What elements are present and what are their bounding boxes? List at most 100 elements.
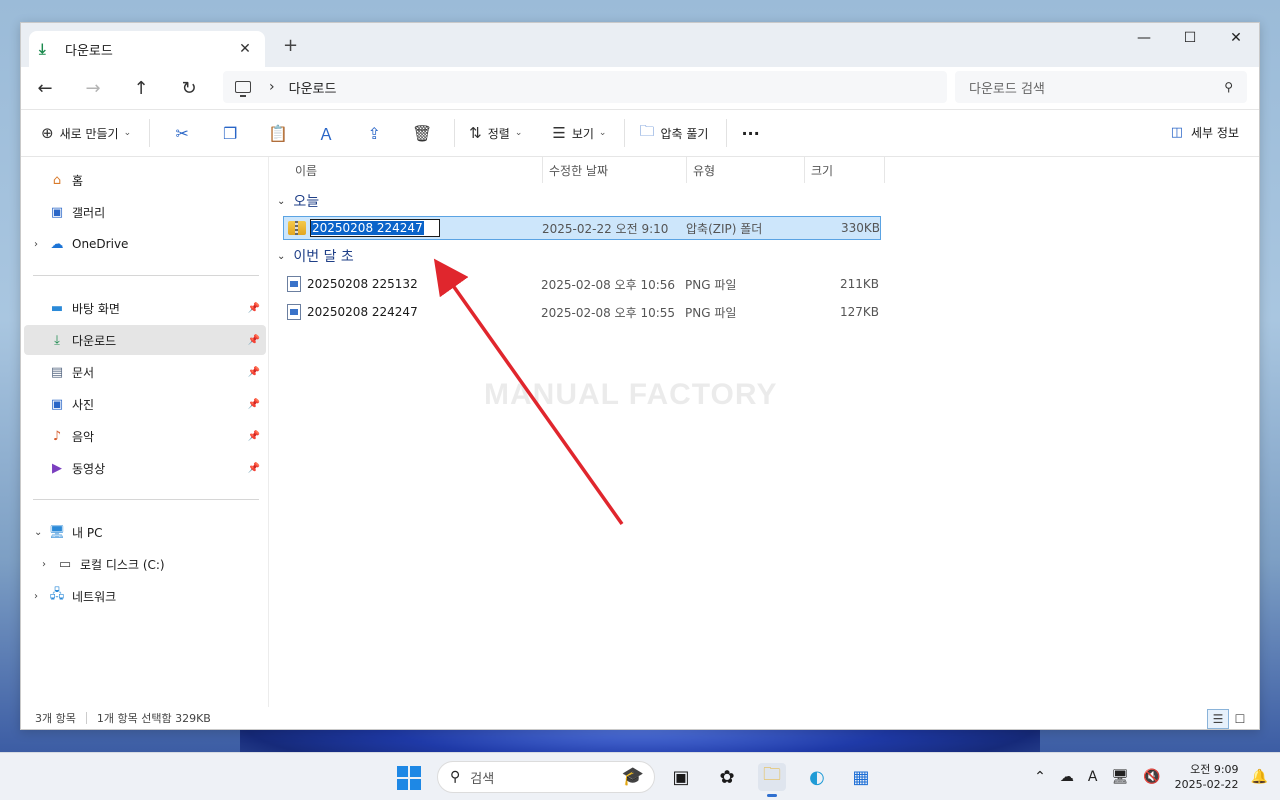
breadcrumb-downloads[interactable]: 다운로드 [289,78,337,97]
sidebar-divider [33,499,259,500]
input-method-icon[interactable]: A [1088,769,1098,785]
edge-icon[interactable]: ◐ [803,763,831,791]
tab-title: 다운로드 [65,43,113,59]
file-modified: 2025-02-22 오전 9:10 [542,221,669,236]
minimize-button[interactable]: — [1121,23,1167,53]
chevron-down-icon: ⌄ [123,128,132,138]
file-explorer-icon[interactable]: 🗀 [758,763,786,797]
start-button[interactable] [397,766,421,790]
sidebar-item-desktop[interactable]: ▬ 바탕 화면 📌 [24,293,266,323]
details-pane-button[interactable]: ◫ 세부 정보 [1171,124,1239,141]
cloud-icon: ☁ [50,236,64,252]
chevron-up-icon[interactable]: ⌃ [1034,769,1046,785]
rename-input[interactable]: 20250208 224247 [310,219,440,237]
chevron-down-icon[interactable]: ⌄ [34,527,48,538]
graduation-cap-icon: 🎓 [621,766,644,787]
share-icon[interactable]: ⇪ [350,124,398,143]
column-header-size[interactable]: 크기 [805,157,885,183]
file-row-png-1[interactable]: 20250208 225132 2025-02-08 오후 10:56 PNG … [283,272,881,296]
notification-bell-icon[interactable]: 🔔 [1251,769,1268,785]
music-icon: ♪ [52,428,62,444]
network-icon[interactable]: 🖥 [1111,769,1129,785]
more-options-button[interactable]: ··· [735,117,765,149]
close-button[interactable]: ✕ [1213,23,1259,53]
sidebar-item-documents[interactable]: ▤ 문서 📌 [24,357,266,387]
close-tab-icon[interactable]: ✕ [235,41,255,57]
paste-icon[interactable]: 📋 [254,124,302,143]
delete-icon[interactable]: 🗑 [398,124,446,143]
chevron-down-icon: ⌄ [277,250,286,262]
copy-icon[interactable]: ❐ [206,124,254,143]
up-button[interactable]: ↑ [117,78,165,99]
onedrive-status-icon[interactable]: ☁ [1060,769,1074,785]
view-button[interactable]: ☰ 보기 ⌄ [546,117,612,149]
sidebar-item-videos[interactable]: ▶ 동영상 📌 [24,453,266,483]
file-size: 211KB [839,277,879,291]
tiles-view-icon[interactable]: ☐ [1229,709,1251,729]
view-list-icon: ☰ [552,124,566,142]
download-icon: ⤓ [39,40,46,58]
cut-icon[interactable]: ✂ [158,124,206,143]
chevron-right-icon[interactable]: › [34,239,48,250]
sort-button[interactable]: ⇅ 정렬 ⌄ [463,117,528,149]
home-icon: ⌂ [52,172,62,188]
clock[interactable]: 오전 9:09 2025-02-22 [1175,762,1239,792]
back-button[interactable]: ← [21,78,69,99]
group-header-this-month[interactable]: ⌄ 이번 달 초 [277,246,354,266]
sidebar-item-pictures[interactable]: ▣ 사진 📌 [24,389,266,419]
group-header-today[interactable]: ⌄ 오늘 [277,191,319,211]
tab-downloads[interactable]: ⤓ 다운로드 ✕ [29,31,265,67]
search-box[interactable]: 다운로드 검색 ⚲ [955,71,1247,103]
sidebar-item-network[interactable]: › 🖧 네트워크 [24,581,266,611]
document-icon: ▤ [50,364,64,380]
sidebar-item-local-disk[interactable]: › ▭ 로컬 디스크 (C:) [24,549,266,579]
search-placeholder: 다운로드 검색 [969,81,1045,97]
task-view-icon[interactable]: ▣ [667,763,695,791]
refresh-button[interactable]: ↻ [165,78,213,99]
details-view-icon[interactable]: ☰ [1207,709,1229,729]
rename-icon[interactable]: Ａ [302,121,350,145]
copilot-icon[interactable]: ✿ [713,763,741,791]
file-type: PNG 파일 [685,277,737,292]
sidebar-item-onedrive[interactable]: › ☁ OneDrive [24,229,266,259]
pin-icon: 📌 [247,302,260,314]
maximize-button[interactable]: ☐ [1167,23,1213,53]
image-file-icon [287,276,301,292]
extract-all-button[interactable]: 🗀 압축 풀기 [633,117,714,149]
column-header-modified[interactable]: 수정한 날짜 [543,157,687,183]
details-label: 세부 정보 [1191,126,1239,140]
gallery-icon: ▣ [50,204,64,220]
column-header-type[interactable]: 유형 [687,157,805,183]
chevron-right-icon[interactable]: › [34,591,48,602]
sidebar-item-music[interactable]: ♪ 음악 📌 [24,421,266,451]
toolbar-divider [726,119,728,147]
new-label: 새로 만들기 [59,126,119,141]
store-icon[interactable]: ▦ [847,763,875,791]
column-header-name[interactable]: 이름 [289,157,543,183]
chevron-right-icon[interactable]: › [42,559,56,570]
file-list: 이름 수정한 날짜 유형 크기 ⌄ 오늘 20250208 224247 202… [269,157,1259,707]
new-tab-button[interactable]: + [283,35,298,56]
drive-icon: ▭ [58,556,72,572]
status-bar: 3개 항목 1개 항목 선택함 329KB ☰ ☐ [21,707,1259,729]
address-bar[interactable]: › 다운로드 [223,71,947,103]
sidebar-item-gallery[interactable]: ▣ 갤러리 [24,197,266,227]
item-count: 3개 항목 [35,712,76,725]
view-label: 보기 [571,126,594,141]
sidebar-item-downloads[interactable]: ⤓ 다운로드 📌 [24,325,266,355]
pin-icon: 📌 [247,366,260,378]
new-button[interactable]: ⊕ 새로 만들기 ⌄ [35,117,137,149]
chevron-down-icon: ⌄ [277,195,286,207]
file-modified: 2025-02-08 오후 10:56 [541,277,676,292]
file-row-png-2[interactable]: 20250208 224247 2025-02-08 오후 10:55 PNG … [283,300,881,324]
taskbar-search[interactable]: ⚲ 검색 🎓 [437,761,655,793]
computer-icon: 🖥 [48,524,66,540]
file-modified: 2025-02-08 오후 10:55 [541,305,676,320]
sidebar-item-this-pc[interactable]: ⌄ 🖥 내 PC [24,517,266,547]
volume-muted-icon[interactable]: 🔇 [1143,769,1160,785]
forward-button[interactable]: → [69,78,117,99]
file-row-zip[interactable]: 20250208 224247 2025-02-22 오전 9:10 압축(ZI… [283,216,881,240]
breadcrumb-separator[interactable]: › [269,79,275,95]
sidebar-item-home[interactable]: ⌂ 홈 [24,165,266,195]
zip-folder-icon [288,221,306,235]
